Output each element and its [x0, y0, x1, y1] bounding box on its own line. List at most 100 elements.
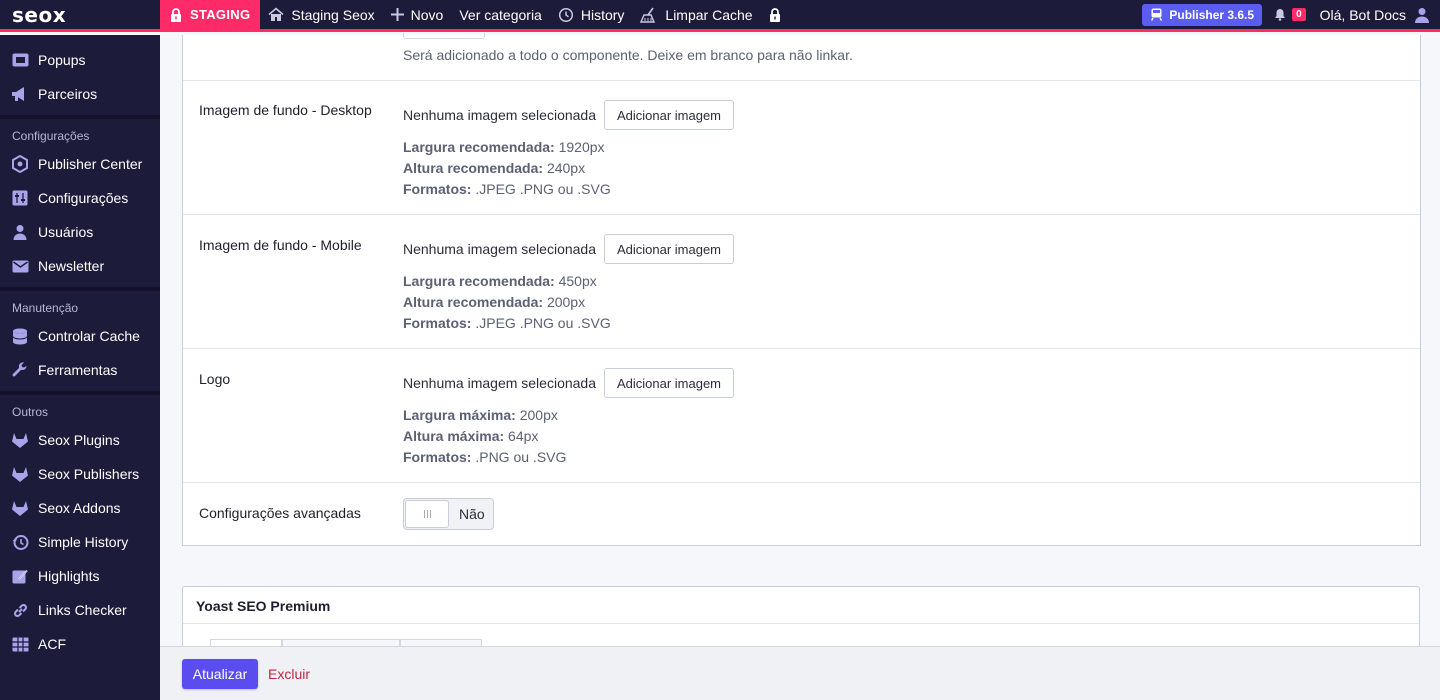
spec-label: Largura máxima: — [403, 407, 516, 423]
field-row-logo: Logo Nenhuma imagem selecionada Adiciona… — [183, 348, 1420, 482]
spec-value: 64px — [508, 428, 539, 444]
view-category-link[interactable]: Ver categoria — [451, 0, 550, 31]
clear-cache-link[interactable]: Limpar Cache — [632, 0, 760, 31]
sidebar-item-label: Newsletter — [38, 258, 105, 274]
sidebar-section-title: Configurações — [12, 129, 90, 143]
sidebar-item-usuarios[interactable]: Usuários — [0, 215, 160, 249]
field-label: Imagem de fundo - Desktop — [199, 102, 372, 118]
sidebar-item-seox-plugins[interactable]: Seox Plugins — [0, 423, 160, 457]
sidebar-item-label: Seox Publishers — [38, 466, 140, 482]
home-icon — [268, 7, 284, 21]
spec-label: Formatos: — [403, 315, 472, 331]
field-label: Imagem de fundo - Mobile — [199, 237, 362, 253]
megaphone-icon — [10, 84, 30, 104]
delete-link[interactable]: Excluir — [268, 666, 310, 682]
sidebar-section-title: Manutenção — [12, 301, 79, 315]
user-account-menu[interactable]: Olá, Bot Docs — [1320, 7, 1430, 23]
seox-logo[interactable]: seox — [0, 0, 160, 31]
notifications[interactable]: 0 — [1274, 8, 1306, 21]
user-icon — [10, 222, 30, 242]
sidebar-item-links-checker[interactable]: Links Checker — [0, 593, 160, 627]
settings-panel: Será adicionado a todo o componente. Dei… — [182, 33, 1421, 546]
popup-icon — [10, 50, 30, 70]
new-label: Novo — [410, 6, 444, 23]
link-hint-text: Será adicionado a todo o componente. Dei… — [403, 47, 853, 63]
spec-value: 240px — [546, 160, 586, 176]
advanced-settings-toggle[interactable]: Não — [403, 498, 494, 530]
toggle-state-label: Não — [459, 506, 485, 522]
add-image-button[interactable]: Adicionar imagem — [604, 234, 734, 264]
image-specs: Largura recomendada: 1920px Altura recom… — [403, 137, 611, 200]
lock-icon — [171, 7, 181, 22]
sidebar-item-label: Controlar Cache — [38, 328, 140, 344]
update-button[interactable]: Atualizar — [182, 659, 258, 689]
broom-icon — [640, 7, 656, 23]
database-icon — [10, 326, 30, 346]
publish-action-bar: Atualizar Excluir — [160, 646, 1440, 700]
site-name: Staging Seox — [291, 6, 375, 23]
sidebar-item-label: Popups — [38, 52, 86, 68]
site-name-link[interactable]: Staging Seox — [260, 0, 382, 31]
add-image-button[interactable]: Adicionar imagem — [604, 100, 734, 130]
sidebar-item-highlights[interactable]: Highlights — [0, 559, 160, 593]
no-image-text: Nenhuma imagem selecionada — [403, 375, 596, 391]
unlock-icon — [769, 7, 780, 22]
spec-label: Altura recomendada: — [403, 160, 544, 176]
sidebar-item-label: Seox Plugins — [38, 432, 120, 448]
gitlab-icon — [10, 464, 30, 484]
sidebar-item-seox-publishers[interactable]: Seox Publishers — [0, 457, 160, 491]
new-content-link[interactable]: Novo — [383, 0, 452, 31]
sidebar-item-publisher-center[interactable]: Publisher Center — [0, 147, 160, 181]
publisher-version-badge[interactable]: Publisher 3.6.5 — [1142, 3, 1263, 26]
sidebar-item-simple-history[interactable]: Simple History — [0, 525, 160, 559]
link-input-field[interactable] — [403, 33, 485, 39]
history-link[interactable]: History — [550, 0, 633, 31]
sidebar-section-title: Outros — [12, 405, 49, 419]
spec-value: 1920px — [558, 139, 605, 155]
add-image-button[interactable]: Adicionar imagem — [604, 368, 734, 398]
sidebar-item-label: Highlights — [38, 568, 100, 584]
spec-label: Altura máxima: — [403, 428, 505, 444]
staging-badge[interactable]: STAGING — [160, 0, 261, 31]
puzzle-icon — [10, 154, 30, 174]
no-image-text: Nenhuma imagem selecionada — [403, 107, 596, 123]
view-category-label: Ver categoria — [459, 6, 542, 23]
lock-toggle[interactable] — [761, 0, 789, 31]
sidebar-item-label: Simple History — [38, 534, 129, 550]
sidebar-item-ferramentas[interactable]: Ferramentas — [0, 353, 160, 387]
sidebar-item-configuracoes[interactable]: Configurações — [0, 181, 160, 215]
admin-bar: seox STAGING Staging Seox Novo Ver categ… — [0, 0, 1440, 32]
sidebar-item-seox-addons[interactable]: Seox Addons — [0, 491, 160, 525]
field-row-mobile-background: Imagem de fundo - Mobile Nenhuma imagem … — [183, 214, 1420, 348]
image-specs: Largura máxima: 200px Altura máxima: 64p… — [403, 405, 566, 468]
publisher-version: Publisher 3.6.5 — [1169, 7, 1255, 22]
highlight-icon — [10, 566, 30, 586]
sidebar-item-parceiros[interactable]: Parceiros — [0, 77, 160, 111]
field-row-advanced-settings: Configurações avançadas Não — [183, 482, 1420, 545]
sidebar-item-label: Seox Addons — [38, 500, 121, 516]
spec-value: .PNG ou .SVG — [475, 449, 567, 465]
spec-value: .JPEG .PNG ou .SVG — [475, 181, 611, 197]
sidebar-item-newsletter[interactable]: Newsletter — [0, 249, 160, 283]
image-specs: Largura recomendada: 450px Altura recome… — [403, 271, 611, 334]
bell-icon — [1275, 9, 1286, 21]
spec-value: 200px — [546, 294, 586, 310]
sidebar-item-label: Publisher Center — [38, 156, 143, 172]
spec-value: 200px — [519, 407, 558, 423]
sidebar-item-label: Usuários — [38, 224, 94, 240]
spec-label: Altura recomendada: — [403, 294, 544, 310]
train-icon — [1151, 8, 1163, 21]
field-label: Logo — [199, 371, 231, 387]
staging-label: STAGING — [190, 7, 251, 22]
sidebar-item-controlar-cache[interactable]: Controlar Cache — [0, 319, 160, 353]
grid-icon — [10, 634, 30, 654]
sliders-icon — [10, 188, 30, 208]
admin-sidebar: Popups Parceiros Configurações Publisher… — [0, 35, 160, 700]
spec-label: Formatos: — [403, 181, 472, 197]
sidebar-item-label: ACF — [38, 636, 66, 652]
toggle-knob[interactable] — [405, 500, 449, 528]
sidebar-item-acf[interactable]: ACF — [0, 627, 160, 661]
field-row-desktop-background: Imagem de fundo - Desktop Nenhuma imagem… — [183, 80, 1420, 214]
metabox-title[interactable]: Yoast SEO Premium — [196, 598, 330, 614]
sidebar-item-popups[interactable]: Popups — [0, 43, 160, 77]
